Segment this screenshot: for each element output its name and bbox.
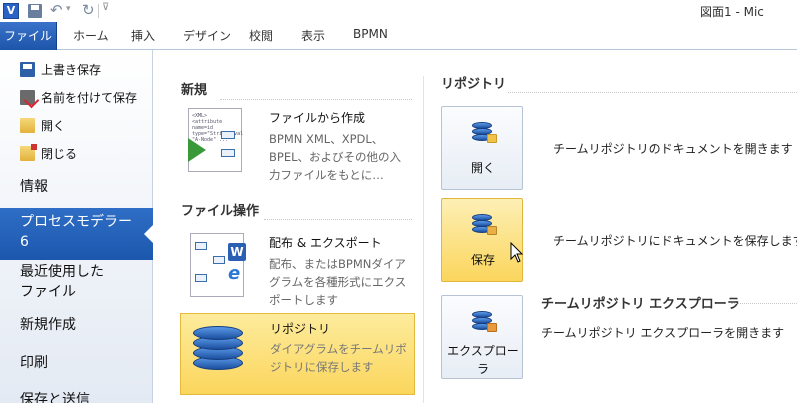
- repository-title: リポジトリ: [270, 322, 331, 336]
- database-open-icon: [472, 119, 497, 145]
- window-title: 図面1 - Mic: [700, 5, 764, 19]
- database-disc: [472, 122, 492, 129]
- database-disc: [472, 214, 492, 221]
- flow-box-icon: [221, 149, 235, 157]
- repo-save-desc: チームリポジトリにドキュメントを保存します: [553, 234, 797, 248]
- section-divider: [731, 303, 797, 304]
- explorer-section-title: チームリポジトリ エクスプローラ: [541, 297, 740, 312]
- mouse-cursor-icon: [510, 242, 524, 263]
- nav-info[interactable]: 情報: [20, 177, 48, 197]
- tab-review[interactable]: 校閲: [249, 27, 273, 44]
- nav-open-label: 開く: [41, 118, 66, 133]
- selection-arrow: [144, 224, 154, 244]
- internet-explorer-icon: e: [228, 263, 241, 284]
- save-as-icon: [20, 89, 35, 105]
- nav-close[interactable]: 閉じる: [20, 143, 77, 163]
- repository-desc: ダイアグラムをチームリポジトリに保存します: [270, 342, 407, 374]
- flow-box-icon: [195, 242, 207, 250]
- tab-file[interactable]: ファイル: [0, 22, 57, 50]
- ribbon-tab-bar: ファイル ホーム 挿入 デザイン 校閲 表示 BPMN: [0, 22, 797, 50]
- close-folder-icon: [20, 143, 37, 161]
- tab-insert[interactable]: 挿入: [131, 27, 155, 44]
- qat-divider: [98, 4, 99, 18]
- create-from-file-title: ファイルから作成: [269, 111, 366, 125]
- nav-process-modeler-line2: 6: [20, 234, 29, 250]
- flow-box-icon: [213, 256, 225, 264]
- distribute-export-title: 配布 & エクスポート: [269, 236, 382, 250]
- nav-recent-line2: ファイル: [20, 284, 76, 300]
- qat-undo-dropdown-icon[interactable]: ▾: [66, 4, 71, 14]
- repo-open-button[interactable]: 開く: [441, 106, 523, 190]
- tab-view[interactable]: 表示: [301, 27, 325, 44]
- database-save-icon: [472, 211, 497, 237]
- section-title-repository: リポジトリ: [441, 77, 507, 92]
- repo-explorer-label-line1: エクスプロー: [447, 344, 519, 358]
- repository-item[interactable]: リポジトリ ダイアグラムをチームリポジトリに保存します: [180, 313, 415, 395]
- nav-save-label: 上書き保存: [41, 62, 102, 77]
- nav-close-label: 閉じる: [41, 146, 78, 161]
- tab-bpmn[interactable]: BPMN: [353, 27, 388, 41]
- distribute-export-item[interactable]: W e 配布 & エクスポート 配布、またはBPMNダイアグラムを各種形式にエク…: [180, 233, 415, 307]
- word-icon: W: [228, 243, 246, 261]
- folder-badge-icon: [487, 134, 497, 143]
- repo-save-button[interactable]: 保存: [441, 198, 523, 282]
- column-divider: [423, 76, 424, 403]
- qat-customize-icon[interactable]: ⊽: [102, 2, 109, 13]
- title-bar: V ↶ ▾ ↻ ⊽ 図面1 - Mic: [0, 0, 797, 22]
- qat-undo-icon[interactable]: ↶: [50, 1, 63, 19]
- open-folder-icon: [20, 117, 35, 133]
- repo-explorer-desc: チームリポジトリ エクスプローラを開きます: [541, 326, 785, 340]
- nav-new[interactable]: 新規作成: [20, 315, 76, 335]
- create-from-file-item[interactable]: <XML> <attribute name=id type="String" v…: [180, 108, 415, 184]
- section-divider: [264, 219, 412, 220]
- import-arrow-icon: [188, 138, 206, 162]
- nav-process-modeler-line1: プロセスモデラー: [20, 214, 132, 230]
- flow-box-icon: [221, 131, 235, 139]
- flow-box-icon: [195, 274, 207, 282]
- nav-process-modeler-label: プロセスモデラー 6: [20, 212, 132, 252]
- database-disc: [193, 326, 243, 340]
- backstage-nav: 上書き保存 名前を付けて保存 開く 閉じる 情報 プロセスモデラー 6 最近使用…: [0, 50, 154, 403]
- section-title-file-ops: ファイル操作: [181, 204, 260, 219]
- section-title-new: 新規: [181, 83, 208, 98]
- database-icon: [193, 322, 243, 378]
- qat-save-icon[interactable]: [28, 4, 42, 18]
- repo-explorer-label-line2: ラ: [476, 362, 489, 376]
- tab-home[interactable]: ホーム: [73, 27, 109, 44]
- repo-open-label: 開く: [470, 161, 495, 175]
- section-divider: [508, 92, 797, 93]
- nav-save-send[interactable]: 保存と送信: [20, 390, 90, 403]
- nav-process-modeler[interactable]: プロセスモデラー 6: [0, 208, 154, 260]
- database-explorer-icon: [472, 308, 497, 334]
- qat-redo-icon[interactable]: ↻: [82, 1, 95, 19]
- database-disc: [472, 311, 492, 318]
- nav-open[interactable]: 開く: [20, 115, 65, 135]
- explorer-badge-icon: [487, 323, 497, 332]
- tab-design[interactable]: デザイン: [183, 27, 231, 44]
- nav-save-as-label: 名前を付けて保存: [41, 90, 138, 105]
- distribute-export-desc: 配布、またはBPMNダイアグラムを各種形式にエクスポートします: [269, 257, 407, 307]
- nav-print[interactable]: 印刷: [20, 353, 48, 373]
- section-divider: [220, 99, 412, 100]
- repo-explorer-label: エクスプロー ラ: [442, 342, 524, 378]
- nav-save[interactable]: 上書き保存: [20, 59, 101, 79]
- save-badge-icon: [487, 226, 497, 235]
- repo-open-desc: チームリポジトリのドキュメントを開きます: [553, 142, 793, 156]
- nav-recent-files[interactable]: 最近使用した ファイル: [20, 262, 104, 302]
- nav-save-as[interactable]: 名前を付けて保存: [20, 87, 137, 107]
- nav-recent-line1: 最近使用した: [20, 264, 104, 280]
- save-icon: [20, 61, 35, 77]
- create-from-file-desc: BPMN XML、XPDL、BPEL、およびその他の入力ファイルをもとに…: [269, 132, 401, 182]
- repo-explorer-button[interactable]: エクスプロー ラ: [441, 295, 523, 379]
- visio-app-icon[interactable]: V: [3, 3, 19, 19]
